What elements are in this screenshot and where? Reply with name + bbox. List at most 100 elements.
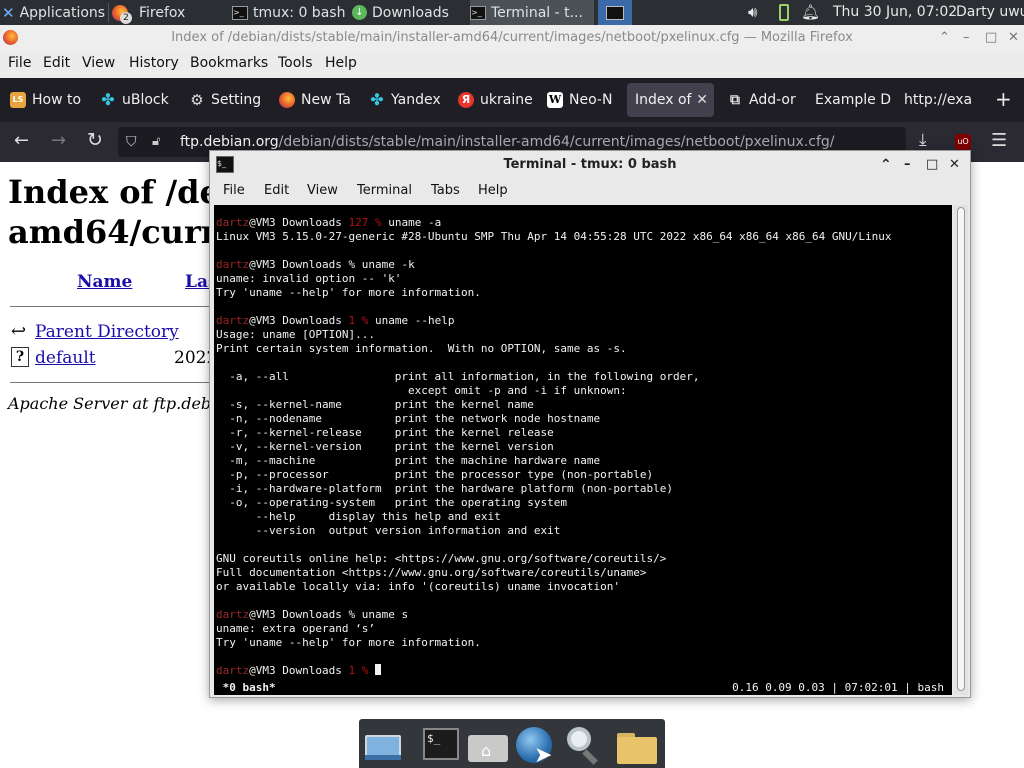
prompt-host: @VM3 Downloads % [249, 608, 362, 621]
ublock-origin-icon[interactable]: uO [955, 134, 971, 150]
menu-edit[interactable]: Edit [43, 55, 70, 71]
prompt-user: dartz [216, 608, 250, 621]
minimize-button[interactable]: – [963, 25, 970, 50]
close-tab-icon[interactable]: ✕ [696, 92, 708, 108]
task-tmux[interactable]: >_ tmux: 0 bash [232, 0, 350, 25]
terminal-title-bar[interactable]: $_ Terminal - tmux: 0 bash ⌃ – □ ✕ [210, 151, 970, 179]
prompt-exit-code: 127 % [348, 216, 389, 229]
parent-directory-link[interactable]: Parent Directory [35, 322, 179, 342]
menu-file[interactable]: File [223, 183, 245, 198]
tab-ublock[interactable]: ✤ uBlock [92, 83, 176, 117]
menu-file[interactable]: File [8, 55, 31, 71]
notification-bell-icon[interactable]: 🔔︎ [801, 3, 820, 21]
terminal-emulator-icon[interactable]: $_ [421, 725, 461, 765]
terminal-line: -p, --processor print the processor type… [216, 468, 654, 481]
terminal-line: Usage: uname [OPTION]... [216, 328, 375, 341]
terminal-line: -r, --kernel-release print the kernel re… [216, 426, 554, 439]
volume-icon[interactable]: 🔊︎ [748, 3, 757, 21]
back-icon[interactable]: ← [14, 130, 29, 151]
terminal-icon: $_ [216, 156, 234, 173]
new-tab-button[interactable]: + [995, 87, 1012, 111]
tab-label: Setting [211, 92, 262, 108]
column-name-header[interactable]: Name [77, 272, 132, 292]
terminal-line: except omit -p and -i if unknown: [216, 384, 627, 397]
battery-icon[interactable] [779, 4, 789, 21]
forward-icon[interactable]: → [51, 130, 66, 151]
hamburger-menu-icon[interactable]: ☰ [991, 130, 1007, 151]
folder-icon[interactable] [617, 725, 657, 765]
menu-view[interactable]: View [307, 183, 338, 198]
task-label: Terminal - t... [491, 4, 583, 21]
command-text: uname s [361, 608, 409, 621]
terminal-line: dartz@VM3 Downloads % uname -k [216, 258, 950, 272]
puzzle-icon: ⧉ [730, 92, 740, 108]
show-desktop-icon[interactable] [363, 725, 403, 765]
menu-tabs[interactable]: Tabs [431, 183, 460, 198]
minimize-button[interactable]: – [904, 151, 911, 179]
home-folder-icon[interactable]: ⌂ [468, 725, 508, 765]
tab-index-of[interactable]: Index of ✕ [627, 83, 714, 117]
tab-ukraine[interactable]: Я ukraine [450, 83, 534, 117]
tab-example[interactable]: Example D [807, 83, 891, 117]
file-link-default[interactable]: default [35, 348, 96, 368]
maximize-button[interactable]: □ [985, 25, 997, 50]
menu-history[interactable]: History [129, 55, 179, 71]
terminal-window: $_ Terminal - tmux: 0 bash ⌃ – □ ✕ File … [209, 150, 971, 698]
menu-tools[interactable]: Tools [278, 55, 313, 71]
reload-icon[interactable]: ↻ [87, 129, 103, 151]
task-downloads[interactable]: ↓ Downloads [352, 0, 464, 25]
app-finder-icon[interactable] [563, 725, 603, 765]
xfce-logo-icon: ✕ [2, 3, 15, 22]
menu-edit[interactable]: Edit [264, 183, 289, 198]
tab-yandex[interactable]: ✤ Yandex [361, 83, 445, 117]
workspace-switcher[interactable] [598, 0, 632, 25]
clock[interactable]: Thu 30 Jun, 07:02 [833, 4, 957, 20]
task-label: Downloads [372, 4, 449, 21]
scrollbar-thumb[interactable] [957, 207, 965, 691]
applications-menu-button[interactable]: ✕ Applications ≡ [2, 0, 108, 25]
maximize-button[interactable]: □ [926, 151, 938, 179]
minimize-icon[interactable]: ⌃ [939, 25, 950, 50]
shield-icon[interactable]: ⛉ [126, 127, 137, 157]
top-panel: ✕ Applications ≡ 2 Firefox >_ tmux: 0 ba… [0, 0, 1024, 25]
terminal-line: Try 'uname --help' for more information. [216, 636, 481, 649]
close-button[interactable]: ✕ [949, 151, 960, 179]
prompt-user: dartz [216, 216, 250, 229]
task-terminal[interactable]: >_ Terminal - t... [470, 0, 594, 25]
tab-http-example[interactable]: http://exa [896, 83, 976, 117]
terminal-screen[interactable]: dartz@VM3 Downloads 127 % uname -a Linux … [214, 205, 952, 695]
close-button[interactable]: ✕ [1008, 25, 1019, 50]
server-footer: Apache Server at ftp.deb [8, 394, 212, 413]
menu-help[interactable]: Help [478, 183, 508, 198]
terminal-icon [606, 5, 624, 20]
prompt-exit-code: 1 % [348, 664, 375, 677]
menu-view[interactable]: View [82, 55, 115, 71]
prompt-user: dartz [216, 314, 250, 327]
tab-settings[interactable]: ⚙ Setting [181, 83, 265, 117]
menu-bookmarks[interactable]: Bookmarks [190, 55, 268, 71]
task-firefox[interactable]: 2 Firefox [112, 0, 224, 25]
terminal-line: -i, --hardware-platform print the hardwa… [216, 482, 673, 495]
shade-icon[interactable]: ⌃ [880, 151, 892, 179]
prompt-host: @VM3 Downloads [249, 314, 349, 327]
tab-label: Yandex [391, 92, 441, 108]
applications-label: Applications [19, 4, 106, 21]
terminal-scrollbar[interactable] [954, 205, 968, 695]
tab-label: Add-or [749, 92, 796, 108]
tab-neo[interactable]: W Neo-N [539, 83, 623, 117]
tab-new-tab[interactable]: New Ta [271, 83, 355, 117]
tab-add-ons[interactable]: ⧉ Add-or [719, 83, 803, 117]
menu-terminal[interactable]: Terminal [357, 183, 412, 198]
text-cursor [374, 664, 381, 675]
tab-label: ukraine [480, 92, 533, 108]
menu-help[interactable]: Help [325, 55, 357, 71]
lock-icon[interactable]: 🔓︎ [152, 127, 160, 157]
prompt-exit-code: 1 % [348, 314, 375, 327]
user-menu[interactable]: Darty uwu [956, 4, 1024, 20]
web-browser-icon[interactable]: ➤ [514, 725, 554, 768]
downloads-icon[interactable]: ⤓ [919, 130, 927, 150]
tab-how-to[interactable]: LS How to [2, 83, 86, 117]
firefox-icon: 2 [112, 4, 132, 24]
ublock-icon: ✤ [101, 90, 115, 109]
